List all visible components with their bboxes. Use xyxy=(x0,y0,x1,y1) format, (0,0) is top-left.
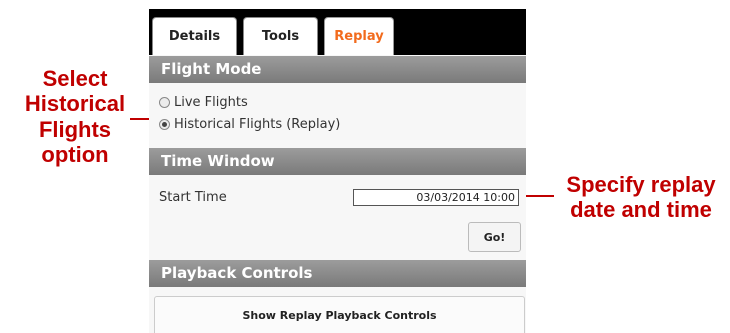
start-time-label: Start Time xyxy=(159,190,227,205)
start-time-input[interactable] xyxy=(353,189,519,206)
live-flights-option[interactable]: Live Flights xyxy=(159,95,248,110)
historical-flights-radio[interactable] xyxy=(159,119,170,130)
callout-select-historical: Select Historical Flights option xyxy=(24,66,126,167)
tab-tools[interactable]: Tools xyxy=(243,17,318,55)
callout-arrow-right xyxy=(524,195,554,197)
tab-bar: Details Tools Replay xyxy=(149,9,526,55)
callout-specify-replay: Specify replay date and time xyxy=(566,172,716,223)
replay-panel: Details Tools Replay Flight Mode Live Fl… xyxy=(149,9,526,333)
go-button[interactable]: Go! xyxy=(468,222,521,252)
flight-mode-header: Flight Mode xyxy=(149,56,526,83)
tab-replay[interactable]: Replay xyxy=(324,17,394,55)
show-playback-controls-button[interactable]: Show Replay Playback Controls xyxy=(154,296,525,333)
tab-details[interactable]: Details xyxy=(152,17,237,55)
live-flights-radio[interactable] xyxy=(159,97,170,108)
historical-flights-label: Historical Flights (Replay) xyxy=(174,117,341,132)
live-flights-label: Live Flights xyxy=(174,95,248,110)
historical-flights-option[interactable]: Historical Flights (Replay) xyxy=(159,117,340,132)
time-window-header: Time Window xyxy=(149,148,526,175)
playback-controls-header: Playback Controls xyxy=(149,260,526,287)
